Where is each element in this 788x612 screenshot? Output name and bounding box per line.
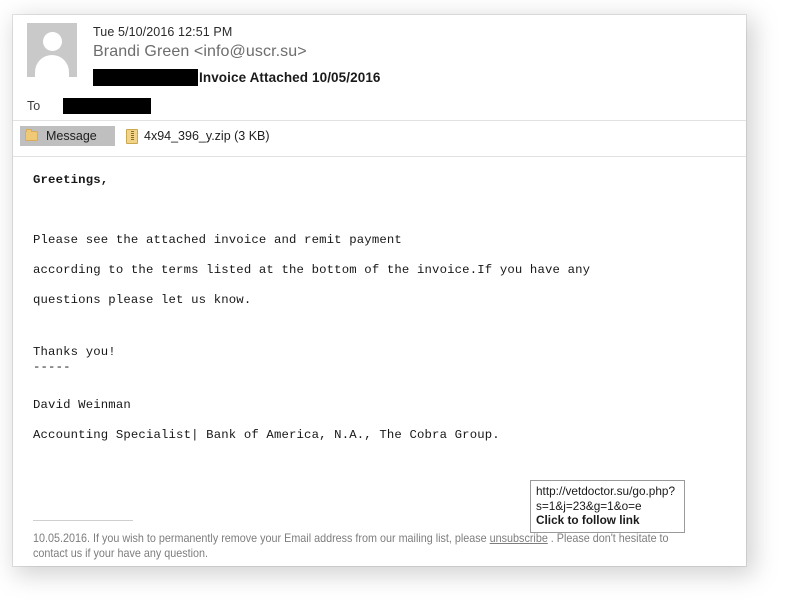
- body-closing: Thanks you!: [33, 345, 116, 359]
- attachment-item[interactable]: 4x94_396_y.zip (3 KB): [126, 126, 270, 146]
- header-divider-bottom: [13, 156, 746, 157]
- signature-title: Accounting Specialist| Bank of America, …: [33, 428, 500, 442]
- redaction-bar-subject: [93, 69, 198, 87]
- email-timestamp: Tue 5/10/2016 12:51 PM: [93, 25, 233, 39]
- body-signature-separator: -----: [33, 360, 71, 374]
- footer-text: 10.05.2016. If you wish to permanently r…: [33, 531, 675, 561]
- email-header: Tue 5/10/2016 12:51 PM Brandi Green <inf…: [13, 15, 746, 115]
- body-paragraph-line-2: according to the terms listed at the bot…: [33, 263, 591, 277]
- person-silhouette-icon: [42, 32, 62, 51]
- unsubscribe-link[interactable]: unsubscribe: [490, 532, 548, 545]
- body-spacer-3: [33, 375, 746, 390]
- attachment-label: 4x94_396_y.zip (3 KB): [144, 129, 270, 143]
- body-paragraph-line-3: questions please let us know.: [33, 293, 252, 307]
- screenshot-canvas: Tue 5/10/2016 12:51 PM Brandi Green <inf…: [0, 0, 788, 612]
- email-sender[interactable]: Brandi Green <info@uscr.su>: [93, 43, 307, 61]
- link-hover-tooltip: http://vetdoctor.su/go.php?s=1&j=23&g=1&…: [530, 480, 685, 533]
- email-subject: Invoice Attached 10/05/2016: [199, 70, 381, 86]
- zip-file-icon: [126, 128, 138, 144]
- email-to-row: To: [27, 97, 151, 115]
- tab-message-label: Message: [46, 129, 97, 143]
- signature-name: David Weinman: [33, 398, 131, 412]
- redaction-bar-recipient: [63, 97, 151, 114]
- tooltip-url: http://vetdoctor.su/go.php?s=1&j=23&g=1&…: [536, 484, 676, 513]
- header-divider-top: [13, 120, 746, 121]
- avatar: [27, 23, 77, 77]
- email-subject-row: Invoice Attached 10/05/2016: [93, 69, 381, 87]
- email-message-panel: Tue 5/10/2016 12:51 PM Brandi Green <inf…: [13, 15, 746, 566]
- person-silhouette-body: [35, 55, 69, 77]
- footer-divider: [33, 520, 133, 521]
- footer-text-before-link: 10.05.2016. If you wish to permanently r…: [33, 532, 490, 545]
- email-body: Greetings, Please see the attached invoi…: [13, 165, 746, 450]
- to-label: To: [27, 98, 41, 113]
- folder-icon: [25, 129, 38, 141]
- body-greeting: Greetings,: [33, 173, 109, 187]
- body-spacer-2: [33, 315, 746, 345]
- body-spacer-1: [33, 195, 746, 225]
- body-paragraph-line-1: Please see the attached invoice and remi…: [33, 233, 402, 247]
- attachment-bar: Message 4x94_396_y.zip (3 KB): [13, 122, 746, 155]
- tooltip-cta: Click to follow link: [536, 513, 640, 527]
- email-body-text: Greetings, Please see the attached invoi…: [13, 165, 746, 450]
- tab-message[interactable]: Message: [20, 126, 115, 146]
